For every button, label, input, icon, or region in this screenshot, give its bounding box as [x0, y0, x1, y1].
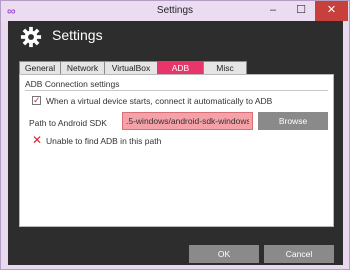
group-title: ADB Connection settings: [25, 79, 120, 89]
settings-window: ∞ Settings – ☐ ✕ Settings General Networ…: [0, 0, 350, 270]
sdk-path-input[interactable]: [122, 112, 253, 130]
tab-network[interactable]: Network: [60, 61, 105, 74]
tab-virtualbox[interactable]: VirtualBox: [104, 61, 158, 74]
title-bar[interactable]: ∞ Settings – ☐ ✕: [1, 1, 349, 21]
error-message: Unable to find ADB in this path: [46, 136, 162, 146]
checkmark-icon: ✓: [33, 95, 41, 105]
tab-adb[interactable]: ADB: [157, 61, 204, 74]
group-divider: [25, 90, 328, 91]
maximize-button[interactable]: ☐: [287, 1, 315, 21]
page-title: Settings: [52, 27, 103, 43]
tab-misc[interactable]: Misc: [203, 61, 247, 74]
ok-button[interactable]: OK: [189, 245, 259, 263]
gear-icon: [20, 26, 42, 48]
tab-bar: General Network VirtualBox ADB Misc: [19, 61, 247, 74]
minimize-button[interactable]: –: [259, 1, 287, 21]
sdk-path-label: Path to Android SDK: [29, 118, 107, 128]
cancel-button[interactable]: Cancel: [264, 245, 334, 263]
auto-connect-label[interactable]: When a virtual device starts, connect it…: [46, 96, 272, 106]
tab-general[interactable]: General: [19, 61, 61, 74]
auto-connect-checkbox[interactable]: ✓: [32, 95, 41, 105]
error-x-icon: ✕: [32, 133, 43, 147]
settings-content: Settings General Network VirtualBox ADB …: [8, 21, 343, 265]
close-button[interactable]: ✕: [315, 1, 348, 21]
browse-button[interactable]: Browse: [258, 112, 328, 130]
adb-panel: ADB Connection settings ✓ When a virtual…: [19, 74, 334, 227]
